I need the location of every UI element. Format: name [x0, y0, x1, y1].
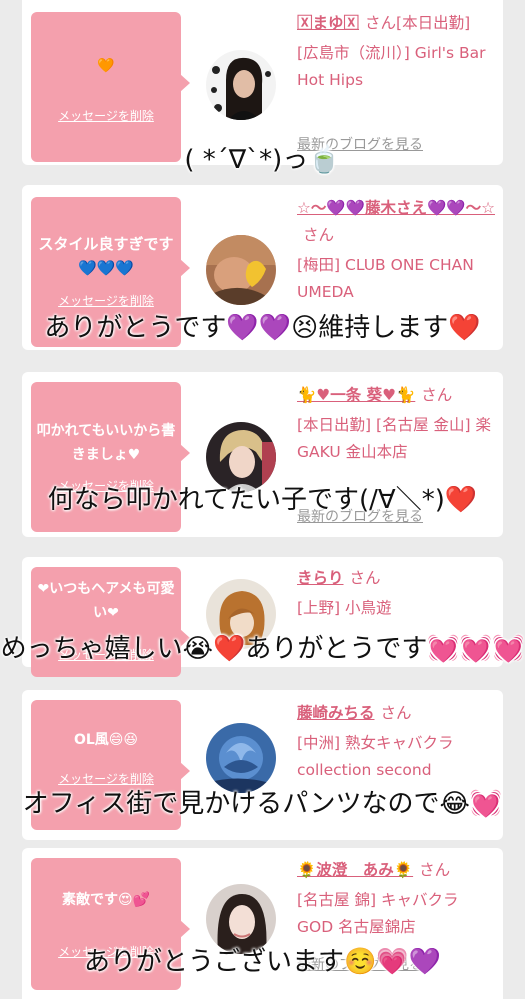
cast-suffix: さん [419, 861, 451, 879]
shop-name[interactable]: [名古屋 錦] キャバクラ GOD 名古屋錦店 [297, 887, 495, 941]
cast-suffix: さん [349, 569, 381, 587]
message-text: 叩かれてもいいから書きましょ♥ [36, 423, 176, 463]
cast-name-link[interactable]: きらり [297, 569, 344, 587]
message-text: OL風😄😆 [73, 732, 138, 748]
message-card: 🧡 メッセージを削除 🅇まゆ🅇 さん[本日出勤] [広島市（流川）] Girl's… [22, 0, 503, 165]
avatar-photo [206, 884, 276, 954]
shop-name[interactable]: [中洲] 熟女キャバクラ collection second [297, 730, 495, 784]
message-text: 🧡 [97, 58, 115, 74]
cast-name-line: 🌻波澄 あみ🌻 さん [297, 857, 495, 884]
avatar-photo [206, 50, 276, 120]
delete-message-link[interactable]: メッセージを削除 [31, 770, 181, 787]
cast-info: 🅇まゆ🅇 さん[本日出勤] [広島市（流川）] Girl's Bar Hot Hi… [297, 10, 495, 94]
cast-suffix: さん [303, 226, 335, 244]
cast-info: 藤崎みちる さん [中洲] 熟女キャバクラ collection second [297, 700, 495, 784]
shop-name[interactable]: [上野] 小鳥遊 [297, 595, 495, 622]
delete-message-link[interactable]: メッセージを削除 [31, 292, 181, 309]
avatar[interactable] [206, 422, 276, 492]
avatar[interactable] [206, 723, 276, 793]
cast-name-line: 藤崎みちる さん [297, 700, 495, 727]
cast-name-line: ☆〜💜💜藤木さえ💜💜〜☆ さん [297, 195, 495, 249]
comment-text: 何なら叩かれてたい子です(/∀＼*)❤️ [47, 485, 478, 515]
cast-suffix: さん [380, 704, 412, 722]
comment-text: オフィス街で見かけるパンツなので😂💓 [22, 789, 503, 819]
cast-name-line: 🐈♥一条 葵♥🐈 さん [297, 382, 495, 409]
avatar-photo [206, 235, 276, 305]
comment-text: ありがとうです💜💜😣維持します❤️ [44, 313, 481, 343]
message-text: 素敵です😍💕 [61, 892, 151, 908]
cast-info: ☆〜💜💜藤木さえ💜💜〜☆ さん [梅田] CLUB ONE CHAN UMEDA [297, 195, 495, 306]
avatar[interactable] [206, 235, 276, 305]
cast-name-link[interactable]: 🐈♥一条 葵♥🐈 [297, 386, 415, 404]
cast-info: 🐈♥一条 葵♥🐈 さん [本日出勤] [名古屋 金山] 楽GAKU 金山本店 [297, 382, 495, 466]
cast-info: きらり さん [上野] 小鳥遊 [297, 565, 495, 622]
cast-name-link[interactable]: 🅇まゆ🅇 [297, 14, 359, 32]
comment-text: ありがとうございます☺️💗💜 [83, 947, 442, 977]
cast-name-link[interactable]: 藤崎みちる [297, 704, 375, 722]
avatar[interactable] [206, 884, 276, 954]
delete-message-link[interactable]: メッセージを削除 [31, 107, 181, 124]
avatar-photo [206, 723, 276, 793]
shop-name[interactable]: [本日出勤] [名古屋 金山] 楽GAKU 金山本店 [297, 412, 495, 466]
comment-text: ( *´∇`*)っ🍵 [184, 145, 341, 175]
message-bubble: 🧡 メッセージを削除 [31, 12, 190, 162]
message-text: ❤いつもヘアメも可愛い❤ [37, 581, 175, 621]
cast-name-link[interactable]: 🌻波澄 あみ🌻 [297, 861, 413, 879]
cast-info: 🌻波澄 あみ🌻 さん [名古屋 錦] キャバクラ GOD 名古屋錦店 [297, 857, 495, 941]
message-text: スタイル良すぎです💙💙💙 [38, 235, 174, 277]
cast-name-line: 🅇まゆ🅇 さん[本日出勤] [297, 10, 495, 37]
comment-text: めっちゃ嬉しい😭❤️ありがとうです💓💓💓 [0, 634, 525, 664]
cast-suffix: さん[本日出勤] [365, 14, 471, 32]
shop-name[interactable]: [梅田] CLUB ONE CHAN UMEDA [297, 252, 495, 306]
avatar[interactable] [206, 50, 276, 120]
avatar-photo [206, 422, 276, 492]
cast-name-line: きらり さん [297, 565, 495, 592]
cast-suffix: さん [421, 386, 453, 404]
shop-name[interactable]: [広島市（流川）] Girl's Bar Hot Hips [297, 40, 495, 94]
cast-name-link[interactable]: ☆〜💜💜藤木さえ💜💜〜☆ [297, 199, 495, 217]
